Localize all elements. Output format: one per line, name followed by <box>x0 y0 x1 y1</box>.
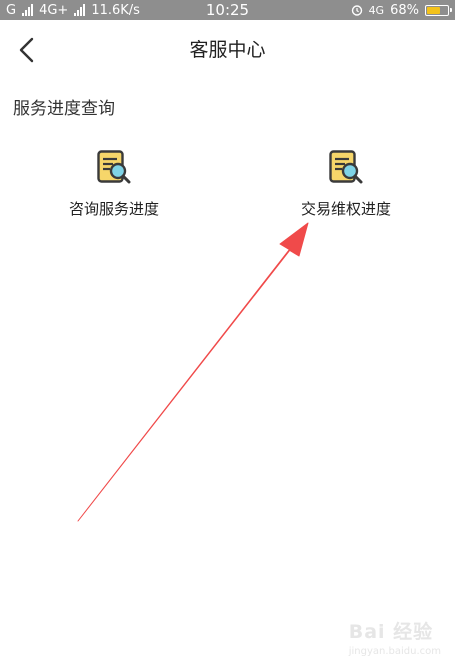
battery-icon <box>425 4 452 16</box>
arrow-shape <box>77 222 309 522</box>
entry-label: 交易维权进度 <box>300 200 391 218</box>
document-search-icon <box>329 150 363 184</box>
watermark-text: Bai 经验 <box>348 621 434 643</box>
status-bar-right: 4G 68% <box>351 0 452 20</box>
battery-level <box>427 6 440 14</box>
entry-label: 咨询服务进度 <box>68 200 159 218</box>
consult-service-progress-entry[interactable]: 咨询服务进度 <box>44 150 184 220</box>
page-title: 客服中心 <box>189 39 266 61</box>
network-type-right: 4G <box>368 3 385 17</box>
transaction-rights-progress-entry[interactable]: 交易维权进度 <box>276 150 416 220</box>
header: 客服中心 <box>0 20 455 80</box>
watermark-subtext: jingyan.baidu.com <box>348 646 441 657</box>
section-title: 服务进度查询 <box>13 99 115 119</box>
alarm-icon <box>351 5 362 16</box>
document-search-icon <box>97 150 131 184</box>
watermark: Bai 经验 jingyan.baidu.com <box>349 617 441 657</box>
status-bar: G 4G+ 11.6K/s 10:25 4G 68% <box>0 0 455 20</box>
battery-percent: 68% <box>390 2 419 18</box>
